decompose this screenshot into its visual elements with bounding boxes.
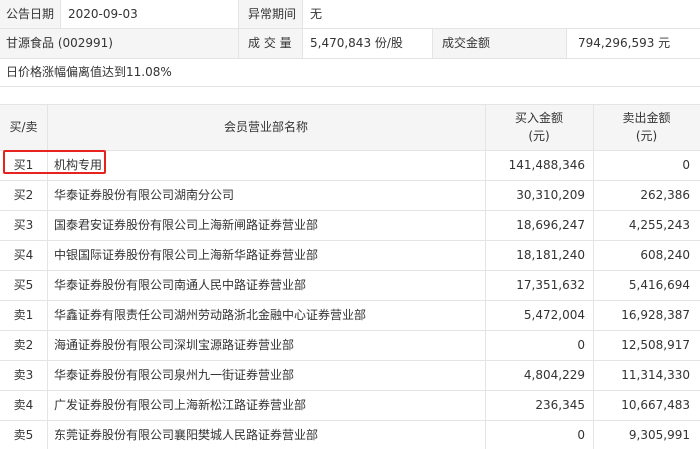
row-sell-amount: 9,305,991	[628, 428, 690, 442]
row-sell-amount: 12,508,917	[621, 338, 690, 352]
row-buy-amount: 17,351,632	[516, 278, 585, 292]
volume-label: 成 交 量	[248, 36, 292, 50]
highlight-box	[3, 150, 106, 174]
row-branch-name: 中银国际证券股份有限公司上海新华路证券营业部	[54, 248, 319, 262]
divider	[0, 240, 700, 241]
divider	[0, 270, 700, 271]
row-branch-name: 东莞证券股份有限公司襄阳樊城人民路证券营业部	[54, 428, 319, 442]
row-branch-name: 华泰证券股份有限公司泉州九一街证券营业部	[54, 368, 295, 382]
row-side: 卖4	[13, 398, 34, 412]
divider	[432, 28, 433, 58]
date-label: 公告日期	[6, 7, 55, 21]
divider	[0, 300, 700, 301]
row-buy-amount: 18,696,247	[516, 218, 585, 232]
divider	[0, 86, 700, 87]
stock-name: 甘源食品 (002991)	[6, 36, 113, 50]
row-branch-name: 广发证券股份有限公司上海新松江路证券营业部	[54, 398, 307, 412]
divider	[0, 210, 700, 211]
row-branch-name: 华鑫证券有限责任公司湖州劳动路浙北金融中心证券营业部	[54, 308, 367, 322]
row-side: 买5	[13, 278, 34, 292]
row-sell-amount: 4,255,243	[628, 218, 690, 232]
row-branch-name: 海通证券股份有限公司深圳宝源路证券营业部	[54, 338, 295, 352]
header-sell: 卖出金额	[622, 111, 671, 125]
row-buy-amount: 141,488,346	[508, 158, 585, 172]
row-sell-amount: 11,314,330	[621, 368, 690, 382]
divider	[0, 180, 700, 181]
divider	[593, 104, 594, 449]
amount-value: 794,296,593 元	[578, 36, 671, 50]
row-sell-amount: 16,928,387	[621, 308, 690, 322]
divider	[566, 28, 567, 58]
divider	[238, 0, 239, 58]
row-branch-name: 机构专用	[54, 158, 103, 172]
divider	[0, 390, 700, 391]
header-sell-unit: (元)	[635, 129, 658, 143]
row-buy-amount: 4,804,229	[523, 368, 585, 382]
row-side: 卖1	[13, 308, 34, 322]
row-buy-amount: 0	[577, 428, 585, 442]
divider	[0, 330, 700, 331]
header-name: 会员营业部名称	[223, 120, 308, 134]
row-buy-amount: 5,472,004	[523, 308, 585, 322]
row-buy-amount: 30,310,209	[516, 188, 585, 202]
divider	[60, 0, 61, 28]
divider	[0, 58, 700, 59]
header-buy: 买入金额	[514, 111, 563, 125]
row-side: 买3	[13, 218, 34, 232]
header-side: 买/卖	[9, 120, 38, 134]
reason-text: 日价格涨幅偏离值达到11.08%	[6, 65, 172, 79]
row-side: 卖3	[13, 368, 34, 382]
row-branch-name: 华泰证券股份有限公司南通人民中路证券营业部	[54, 278, 307, 292]
amount-label: 成交金额	[442, 36, 491, 50]
divider	[0, 104, 700, 105]
abnormal-value: 无	[310, 7, 323, 21]
row-buy-amount: 236,345	[535, 398, 585, 412]
row-sell-amount: 262,386	[640, 188, 690, 202]
row-side: 卖2	[13, 338, 34, 352]
date-value: 2020-09-03	[68, 7, 138, 21]
row-sell-amount: 608,240	[640, 248, 690, 262]
row-side: 买4	[13, 248, 34, 262]
row-side: 卖5	[13, 428, 34, 442]
row-buy-amount: 18,181,240	[516, 248, 585, 262]
row-side: 买2	[13, 188, 34, 202]
row-sell-amount: 0	[682, 158, 690, 172]
divider	[0, 360, 700, 361]
divider	[0, 28, 700, 29]
row-sell-amount: 10,667,483	[621, 398, 690, 412]
row-branch-name: 国泰君安证券股份有限公司上海新闸路证券营业部	[54, 218, 319, 232]
volume-value: 5,470,843 份/股	[310, 36, 403, 50]
abnormal-label: 异常期间	[248, 7, 297, 21]
row-branch-name: 华泰证券股份有限公司湖南分公司	[54, 188, 235, 202]
header-buy-unit: (元)	[528, 129, 550, 143]
divider	[0, 420, 700, 421]
divider	[302, 0, 303, 58]
divider	[485, 104, 486, 449]
row-buy-amount: 0	[577, 338, 585, 352]
row-sell-amount: 5,416,694	[628, 278, 690, 292]
